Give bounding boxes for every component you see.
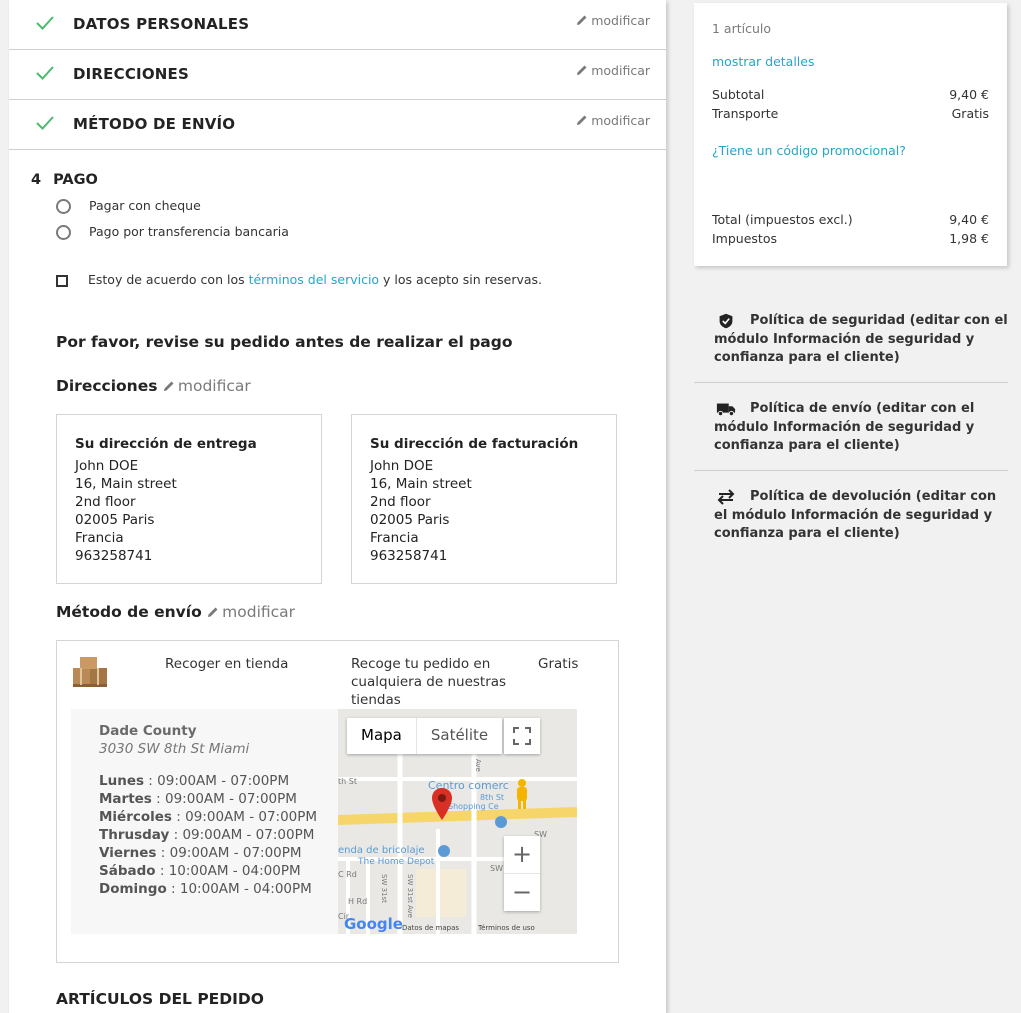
- store-address: 3030 SW 8th St Miami: [99, 741, 250, 757]
- svg-text:Términos de uso: Términos de uso: [477, 924, 535, 932]
- svg-text:Datos de mapas: Datos de mapas: [402, 924, 459, 932]
- swap-arrows-icon: [717, 489, 735, 505]
- modify-link[interactable]: modificar: [576, 63, 650, 78]
- check-icon: [36, 66, 54, 80]
- invoice-address-title: Su dirección de facturación: [370, 436, 579, 452]
- street-view-pegman-icon[interactable]: [511, 777, 533, 811]
- step-title: DIRECCIONES: [73, 65, 189, 83]
- checkout-main: DATOS PERSONALES modificar DIRECCIONES m…: [9, 0, 666, 1013]
- cart-item-count: 1 artículo: [712, 21, 772, 36]
- svg-text:enda de bricolaje: enda de bricolaje: [338, 845, 425, 856]
- svg-text:SW: SW: [490, 864, 503, 873]
- cart-summary: 1 artículo mostrar detalles Subtotal 9,40…: [694, 3, 1007, 266]
- shipping-row: Transporte Gratis: [712, 106, 989, 121]
- review-heading: Por favor, revise su pedido antes de rea…: [56, 333, 513, 351]
- map-type-map[interactable]: Mapa: [347, 718, 416, 754]
- reassurance-returns: Política de devolución (editar con el mó…: [714, 489, 997, 541]
- svg-text:Shopping Ce: Shopping Ce: [448, 802, 499, 811]
- truck-icon: [716, 403, 736, 417]
- pencil-icon: [577, 15, 587, 25]
- addresses-heading: Direcciones modificar: [56, 377, 251, 395]
- svg-text:H Rd: H Rd: [348, 897, 367, 906]
- check-icon: [36, 16, 54, 30]
- subtotal-row: Subtotal 9,40 €: [712, 87, 989, 102]
- modify-link[interactable]: modificar: [576, 113, 650, 128]
- pencil-icon: [577, 115, 587, 125]
- divider: [694, 470, 1008, 471]
- terms-link[interactable]: términos del servicio: [249, 272, 380, 287]
- carrier-name: Recoger en tienda: [165, 656, 289, 672]
- store-hours-row: Lunes : 09:00AM - 07:00PM: [99, 773, 290, 789]
- svg-text:SW 31st Ave: SW 31st Ave: [406, 874, 414, 918]
- svg-text:The Home Depot: The Home Depot: [357, 857, 435, 867]
- step-shipping-method[interactable]: MÉTODO DE ENVÍO modificar: [9, 100, 666, 150]
- svg-text:C Rd: C Rd: [338, 870, 357, 879]
- step-personal-info[interactable]: DATOS PERSONALES modificar: [9, 0, 666, 50]
- payment-option-bank-wire[interactable]: Pago por transferencia bancaria: [56, 224, 289, 240]
- svg-text:th St: th St: [338, 777, 357, 786]
- carrier-boxes-icon: [73, 657, 107, 687]
- show-details-link[interactable]: mostrar detalles: [712, 54, 989, 69]
- store-hours-row: Martes : 09:00AM - 07:00PM: [99, 791, 297, 807]
- step-title: DATOS PERSONALES: [73, 15, 250, 33]
- invoice-address-card: Su dirección de facturación John DOE 16,…: [351, 414, 617, 584]
- step-addresses[interactable]: DIRECCIONES modificar: [9, 50, 666, 100]
- step-title: MÉTODO DE ENVÍO: [73, 115, 236, 133]
- reassurance-shipping: Política de envío (editar con el módulo …: [714, 401, 975, 453]
- check-icon: [36, 116, 54, 130]
- store-map[interactable]: Centro comerc 8th St Shopping Ce enda de…: [338, 709, 577, 934]
- svg-text:Google: Google: [344, 915, 403, 933]
- order-items-heading: ARTÍCULOS DEL PEDIDO: [56, 990, 264, 1008]
- map-zoom-control: + −: [504, 836, 540, 911]
- svg-text:SW 31st: SW 31st: [380, 874, 388, 903]
- fullscreen-button[interactable]: [504, 718, 540, 754]
- shipping-method-heading: Método de envío modificar: [56, 603, 296, 621]
- delivery-address-card: Su dirección de entrega John DOE 16, Mai…: [56, 414, 322, 584]
- modify-link[interactable]: modificar: [576, 13, 650, 28]
- store-hours-row: Miércoles : 09:00AM - 07:00PM: [99, 809, 318, 825]
- divider: [694, 382, 1008, 383]
- store-hours-row: Domingo : 10:00AM - 04:00PM: [99, 881, 312, 897]
- carrier-price: Gratis: [538, 656, 579, 672]
- total-row: Total (impuestos excl.) 9,40 €: [712, 212, 989, 227]
- store-name: Dade County: [99, 723, 197, 739]
- map-type-satellite[interactable]: Satélite: [415, 718, 502, 754]
- radio-button[interactable]: [56, 225, 71, 240]
- payment-step-title: 4 PAGO: [31, 172, 98, 188]
- store-locator: Dade County 3030 SW 8th St Miami Lunes :…: [71, 709, 577, 934]
- payment-option-cheque[interactable]: Pagar con cheque: [56, 198, 201, 214]
- reassurance-security: Política de seguridad (editar con el mód…: [714, 313, 1008, 365]
- store-info: Dade County 3030 SW 8th St Miami Lunes :…: [99, 722, 329, 898]
- modify-shipping-link[interactable]: modificar: [207, 603, 295, 621]
- terms-checkbox[interactable]: [56, 274, 68, 287]
- shield-icon: [719, 313, 733, 329]
- carrier-description: Recoge tu pedido en cualquiera de nuestr…: [351, 656, 507, 708]
- zoom-out-button[interactable]: −: [504, 873, 540, 911]
- fullscreen-icon: [513, 727, 531, 745]
- svg-text:Ave: Ave: [474, 759, 482, 772]
- zoom-in-button[interactable]: +: [504, 836, 540, 873]
- pencil-icon: [577, 65, 587, 75]
- svg-text:8th St: 8th St: [480, 793, 504, 802]
- store-hours-row: Viernes : 09:00AM - 07:00PM: [99, 845, 302, 861]
- promo-code-link[interactable]: ¿Tiene un código promocional?: [712, 143, 989, 158]
- radio-button[interactable]: [56, 199, 71, 214]
- pencil-icon: [208, 607, 218, 617]
- modify-addresses-link[interactable]: modificar: [163, 377, 251, 395]
- pencil-icon: [163, 381, 174, 391]
- store-hours-row: Thrusday : 09:00AM - 07:00PM: [99, 827, 315, 843]
- map-type-toggle: Mapa Satélite: [347, 718, 503, 754]
- terms-agreement: Estoy de acuerdo con los términos del se…: [56, 272, 542, 287]
- taxes-row: Impuestos 1,98 €: [712, 231, 989, 246]
- store-hours-row: Sábado : 10:00AM - 04:00PM: [99, 863, 301, 879]
- delivery-address-title: Su dirección de entrega: [75, 436, 257, 452]
- map-pin-icon[interactable]: [431, 787, 453, 821]
